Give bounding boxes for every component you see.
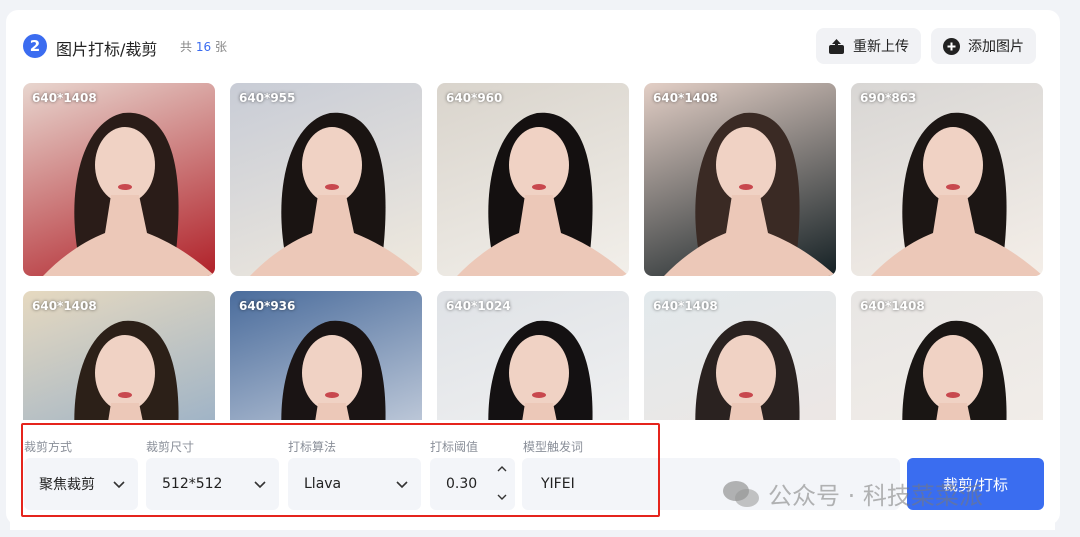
image-dimensions: 640*1408 bbox=[32, 299, 97, 313]
reupload-label: 重新上传 bbox=[853, 39, 909, 55]
image-dimensions: 640*1408 bbox=[860, 299, 925, 313]
upload-icon bbox=[828, 38, 845, 55]
image-dimensions: 640*955 bbox=[239, 91, 296, 105]
image-dimensions: 640*1408 bbox=[653, 91, 718, 105]
portrait-photo bbox=[250, 112, 422, 276]
image-thumbnail[interactable]: 690*863 bbox=[851, 83, 1043, 276]
watermark-text: 公众号 · 科技菜菜派 bbox=[768, 482, 983, 510]
portrait-photo bbox=[871, 112, 1043, 276]
count-suffix: 张 bbox=[214, 40, 227, 54]
image-dimensions: 640*1408 bbox=[32, 91, 97, 105]
highlight-box bbox=[21, 423, 660, 517]
image-dimensions: 640*1024 bbox=[446, 299, 511, 313]
image-thumbnail[interactable]: 640*955 bbox=[230, 83, 422, 276]
add-image-button[interactable]: 添加图片 bbox=[931, 28, 1036, 64]
image-thumbnail[interactable]: 640*960 bbox=[437, 83, 629, 276]
reupload-button[interactable]: 重新上传 bbox=[816, 28, 921, 64]
section-title: 图片打标/裁剪 bbox=[56, 40, 158, 59]
portrait-photo bbox=[43, 112, 215, 276]
wechat-icon bbox=[723, 480, 759, 507]
add-circle-icon bbox=[943, 37, 960, 55]
portrait-photo bbox=[457, 112, 629, 276]
step-number-badge: 2 bbox=[23, 34, 47, 58]
add-image-label: 添加图片 bbox=[968, 39, 1024, 55]
portrait-photo bbox=[664, 112, 836, 276]
image-dimensions: 690*863 bbox=[860, 91, 917, 105]
image-thumbnail[interactable]: 640*1408 bbox=[644, 83, 836, 276]
count-number: 16 bbox=[195, 40, 212, 54]
count-prefix: 共 bbox=[180, 40, 193, 54]
image-dimensions: 640*936 bbox=[239, 299, 296, 313]
image-dimensions: 640*1408 bbox=[653, 299, 718, 313]
image-count: 共 16 张 bbox=[180, 38, 227, 55]
image-thumbnail[interactable]: 640*1408 bbox=[23, 83, 215, 276]
image-dimensions: 640*960 bbox=[446, 91, 503, 105]
watermark: 公众号 · 科技菜菜派 bbox=[722, 476, 983, 511]
